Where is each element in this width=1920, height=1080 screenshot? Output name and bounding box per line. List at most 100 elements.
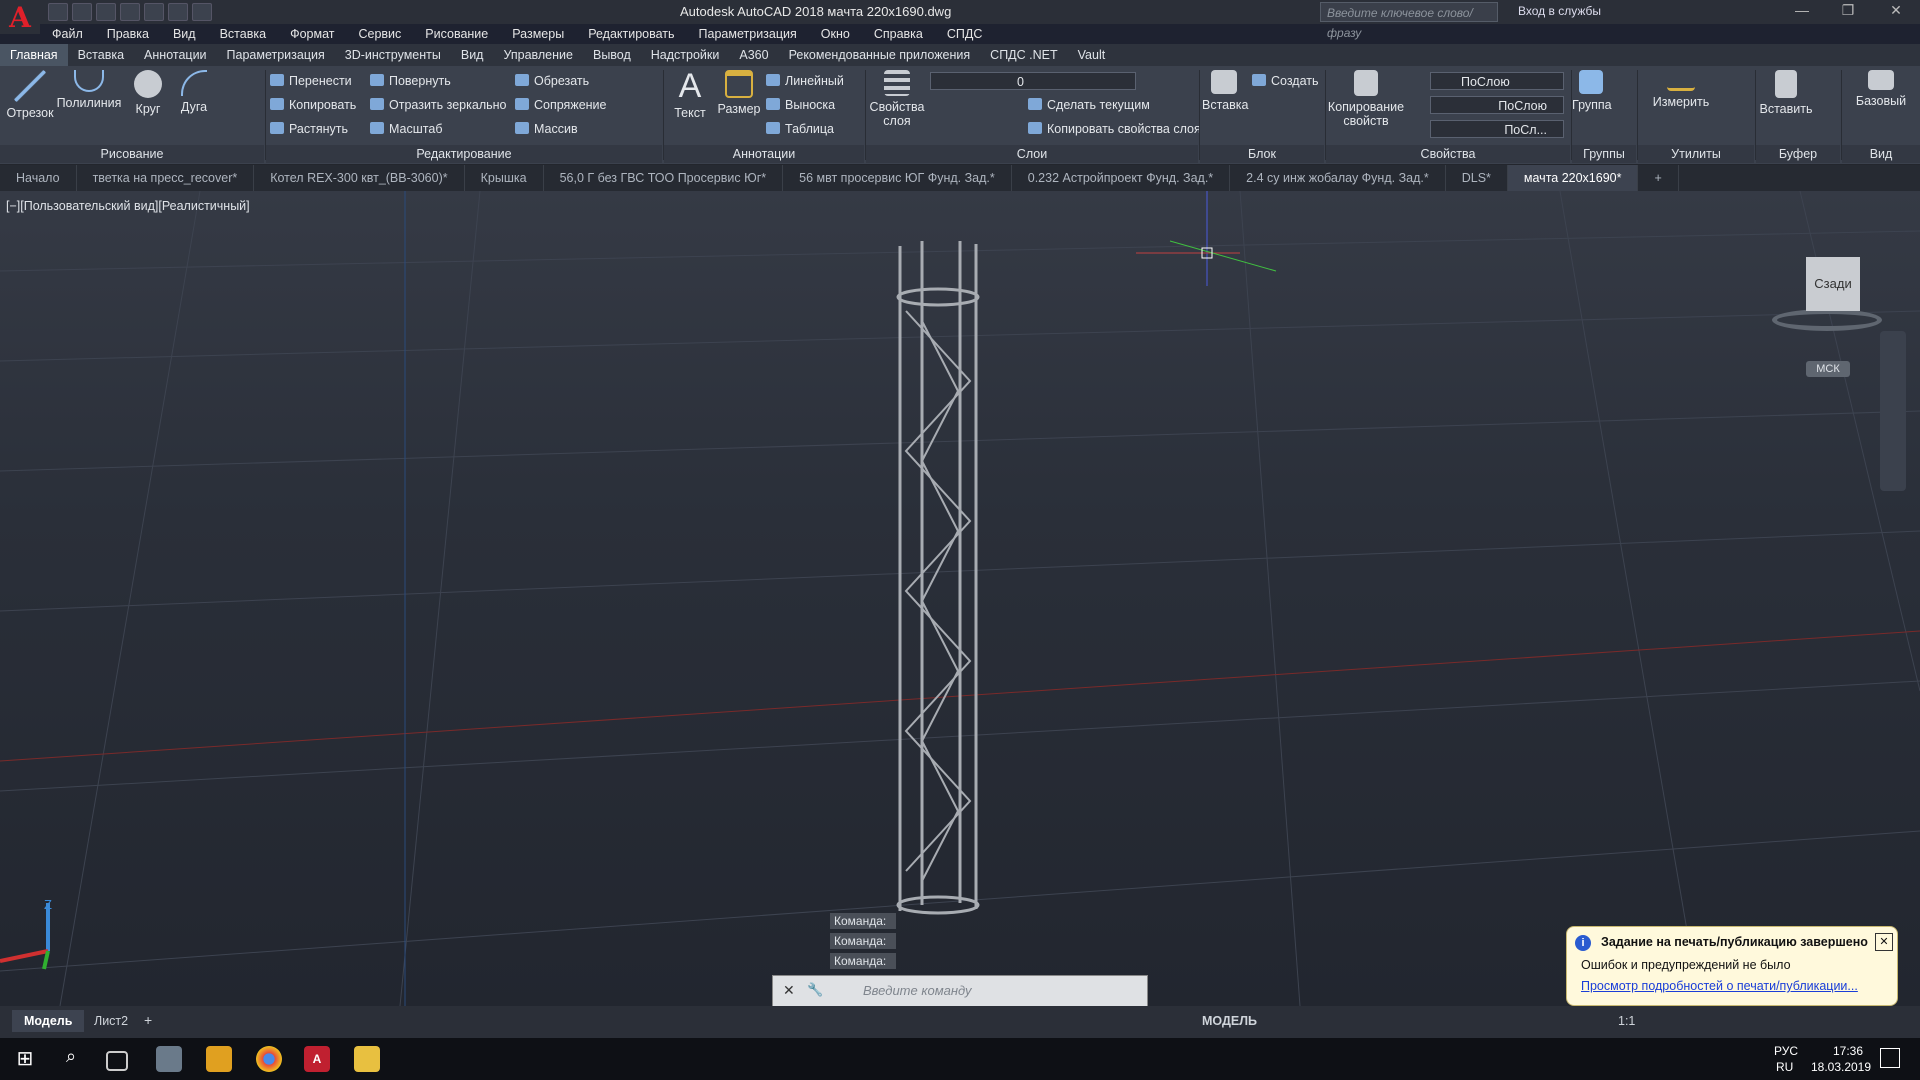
tab-3d-tools[interactable]: 3D-инструменты xyxy=(335,44,451,66)
help-search-input[interactable]: Введите ключевое слово/фразу xyxy=(1320,2,1498,40)
tab-featured-apps[interactable]: Рекомендованные приложения xyxy=(779,44,981,66)
annotation-scale[interactable]: 1:1 xyxy=(1618,1014,1635,1028)
menu-insert[interactable]: Вставка xyxy=(208,24,278,44)
tab-vault[interactable]: Vault xyxy=(1068,44,1116,66)
circle-tool[interactable]: Круг xyxy=(126,66,170,116)
app-icon[interactable] xyxy=(206,1046,232,1072)
doc-tab[interactable]: 56,0 Г без ГВС ТОО Просервис Юг* xyxy=(544,165,784,191)
panel-block-title[interactable]: Блок xyxy=(1200,145,1324,163)
view-cube-face[interactable]: Сзади xyxy=(1806,257,1860,311)
tab-addins[interactable]: Надстройки xyxy=(641,44,730,66)
app-menu-button[interactable]: A xyxy=(0,0,40,34)
command-input[interactable]: Введите команду xyxy=(863,983,972,998)
copy-tool[interactable]: Копировать xyxy=(270,96,356,114)
table-tool[interactable]: Таблица xyxy=(766,120,834,138)
doc-tab[interactable]: DLS* xyxy=(1446,165,1508,191)
panel-modify-title[interactable]: Редактирование xyxy=(266,145,662,163)
windows-start-icon[interactable]: ⊞ xyxy=(12,1046,38,1072)
doc-tab[interactable]: 56 мвт просервис ЮГ Фунд. Зад.* xyxy=(783,165,1012,191)
scale-tool[interactable]: Масштаб xyxy=(370,120,442,138)
menu-view[interactable]: Вид xyxy=(161,24,208,44)
menu-window[interactable]: Окно xyxy=(809,24,862,44)
panel-groups-title[interactable]: Группы xyxy=(1572,145,1636,163)
arc-tool[interactable]: Дуга xyxy=(172,66,216,114)
doc-tab[interactable]: Начало xyxy=(0,165,77,191)
array-tool[interactable]: Массив xyxy=(515,120,578,138)
text-tool[interactable]: A Текст xyxy=(668,66,712,120)
stretch-tool[interactable]: Растянуть xyxy=(270,120,348,138)
group-tool[interactable]: Группа xyxy=(1572,66,1612,112)
menu-draw[interactable]: Рисование xyxy=(413,24,500,44)
menu-format[interactable]: Формат xyxy=(278,24,346,44)
tab-parametric[interactable]: Параметризация xyxy=(217,44,335,66)
new-tab-button[interactable]: + xyxy=(1638,165,1679,191)
tab-home[interactable]: Главная xyxy=(0,44,68,66)
signin-button[interactable]: Вход в службы xyxy=(1518,4,1601,18)
viewport-controls-label[interactable]: [−][Пользовательский вид][Реалистичный] xyxy=(6,199,250,213)
move-tool[interactable]: Перенести xyxy=(270,72,352,90)
notification-link[interactable]: Просмотр подробностей о печати/публикаци… xyxy=(1581,979,1858,993)
close-notification-icon[interactable]: ✕ xyxy=(1875,933,1893,951)
input-language[interactable]: РУС xyxy=(1774,1044,1798,1058)
base-view-tool[interactable]: Базовый xyxy=(1848,66,1914,108)
tab-manage[interactable]: Управление xyxy=(493,44,583,66)
save-icon[interactable] xyxy=(96,3,116,21)
trim-tool[interactable]: Обрезать xyxy=(515,72,589,90)
task-view-icon[interactable] xyxy=(106,1051,128,1071)
minimize-icon[interactable]: — xyxy=(1780,2,1824,22)
view-cube[interactable]: Сзади xyxy=(1762,247,1882,337)
customize-wrench-icon[interactable]: 🔧 xyxy=(807,982,823,998)
make-current-tool[interactable]: Сделать текущим xyxy=(1028,96,1150,114)
navigation-bar[interactable] xyxy=(1880,331,1906,491)
layer-dropdown[interactable]: 0 xyxy=(930,72,1136,90)
open-icon[interactable] xyxy=(72,3,92,21)
panel-clipboard-title[interactable]: Буфер обмена xyxy=(1756,145,1840,179)
menu-modify[interactable]: Редактировать xyxy=(576,24,686,44)
menu-file[interactable]: Файл xyxy=(40,24,95,44)
maximize-icon[interactable]: ❐ xyxy=(1826,2,1870,22)
clock-time[interactable]: 17:36 xyxy=(1820,1044,1876,1058)
doc-tab-active[interactable]: мачта 220x1690* xyxy=(1507,165,1639,191)
add-layout-icon[interactable]: + xyxy=(144,1012,152,1028)
mirror-tool[interactable]: Отразить зеркально xyxy=(370,96,507,114)
undo-icon[interactable] xyxy=(168,3,188,21)
menu-spds[interactable]: СПДС xyxy=(935,24,995,44)
doc-tab[interactable]: 0.232 Астройпроект Фунд. Зад.* xyxy=(1012,165,1231,191)
menu-edit[interactable]: Правка xyxy=(95,24,161,44)
view-cube-ring[interactable] xyxy=(1772,309,1882,331)
redo-icon[interactable] xyxy=(192,3,212,21)
panel-annotation-title[interactable]: Аннотации xyxy=(664,145,864,163)
panel-layers-title[interactable]: Слои xyxy=(866,145,1198,163)
close-command-icon[interactable]: ✕ xyxy=(783,982,795,999)
search-icon[interactable]: ⌕ xyxy=(58,1046,84,1072)
autocad-taskbar-icon[interactable]: A xyxy=(304,1046,330,1072)
lineweight-dropdown[interactable]: ПоСл... xyxy=(1430,120,1564,138)
tab-annotate[interactable]: Аннотации xyxy=(134,44,216,66)
clock-date[interactable]: 18.03.2019 xyxy=(1806,1060,1876,1074)
menu-dimension[interactable]: Размеры xyxy=(500,24,576,44)
color-dropdown[interactable]: ПоСлою xyxy=(1430,72,1564,90)
chrome-icon[interactable] xyxy=(256,1046,282,1072)
panel-utilities-title[interactable]: Утилиты xyxy=(1638,145,1754,163)
doc-tab[interactable]: тветка на пресс_recover* xyxy=(77,165,255,191)
line-tool[interactable]: Отрезок xyxy=(4,66,56,120)
tab-output[interactable]: Вывод xyxy=(583,44,641,66)
linear-dim-tool[interactable]: Линейный xyxy=(766,72,844,90)
notifications-icon[interactable] xyxy=(1880,1048,1900,1068)
tab-model[interactable]: Модель xyxy=(12,1010,85,1032)
create-block-tool[interactable]: Создать xyxy=(1252,72,1319,90)
tab-insert[interactable]: Вставка xyxy=(68,44,134,66)
menu-help[interactable]: Справка xyxy=(862,24,935,44)
fillet-tool[interactable]: Сопряжение xyxy=(515,96,606,114)
tab-spds-net[interactable]: СПДС .NET xyxy=(980,44,1067,66)
paste-tool[interactable]: Вставить xyxy=(1758,66,1814,116)
measure-tool[interactable]: Измерить xyxy=(1646,66,1716,109)
polyline-tool[interactable]: Полилиния xyxy=(56,66,122,110)
menu-parametric[interactable]: Параметризация xyxy=(687,24,809,44)
ucs-menu[interactable]: МСК xyxy=(1806,361,1850,377)
linetype-dropdown[interactable]: ПоСлою xyxy=(1430,96,1564,114)
input-language-short[interactable]: RU xyxy=(1776,1060,1793,1074)
dimension-tool[interactable]: Размер xyxy=(714,66,764,116)
doc-tab[interactable]: Крышка xyxy=(465,165,544,191)
insert-block-tool[interactable]: Вставка xyxy=(1202,66,1248,112)
